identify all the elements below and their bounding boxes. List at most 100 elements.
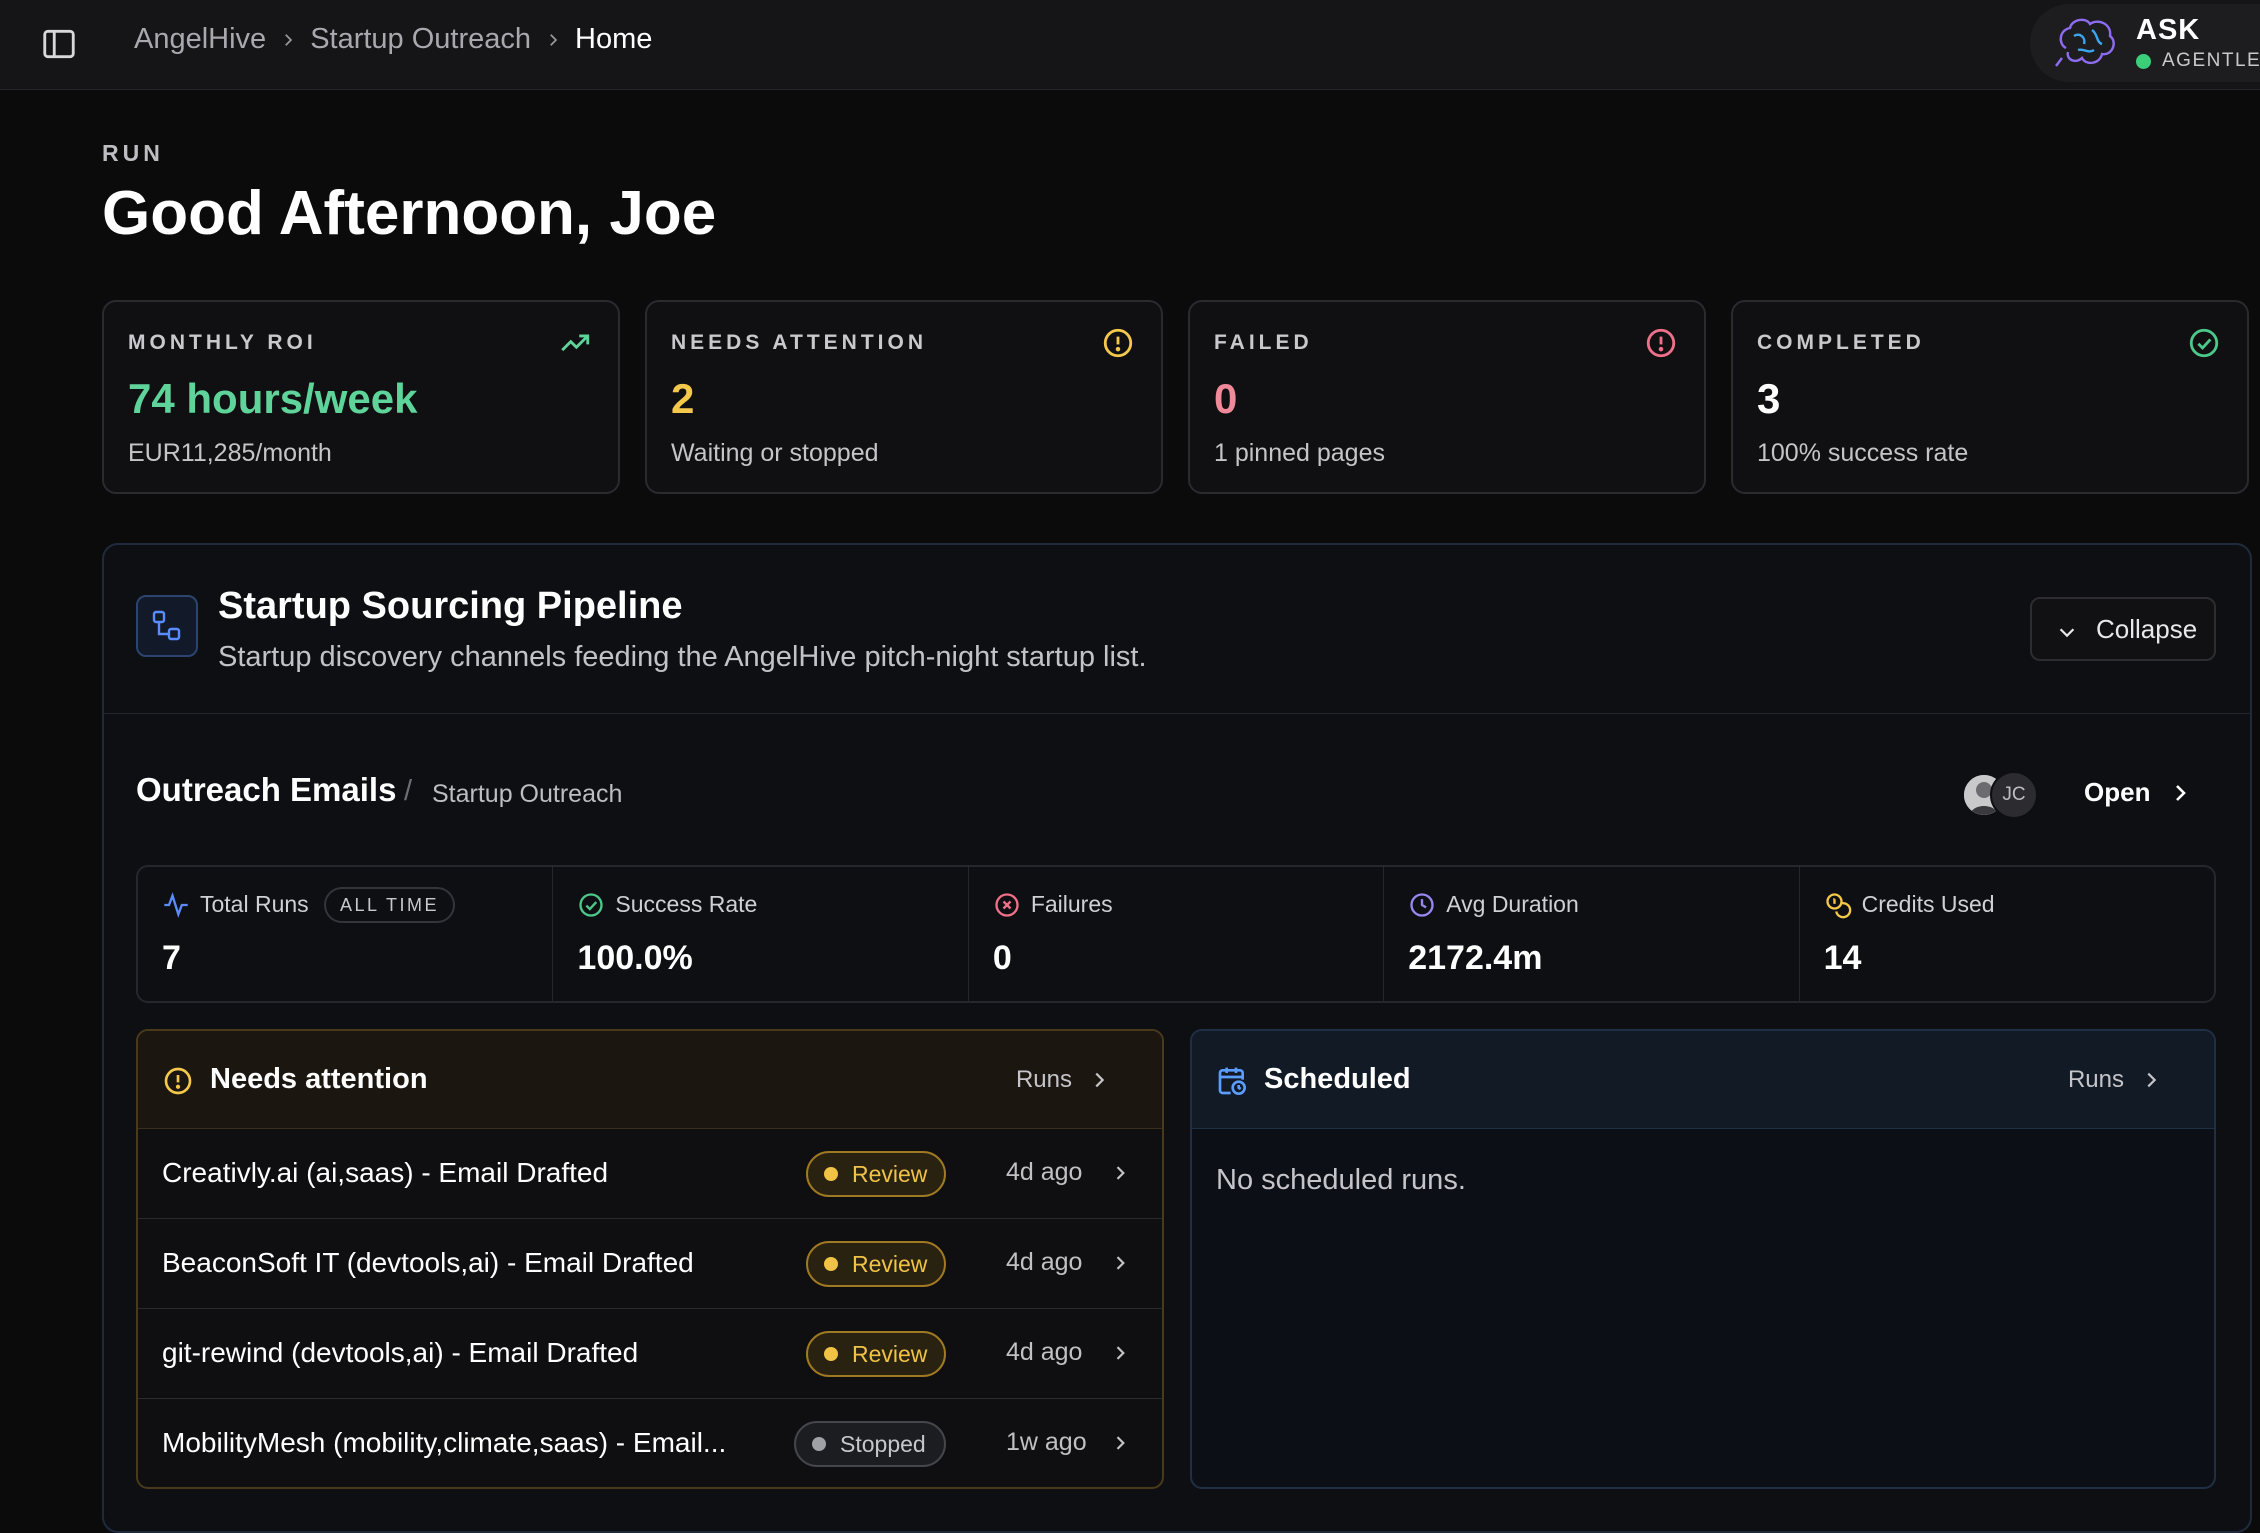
stat-card-monthly-roi: MONTHLY ROI 74 hours/week EUR11,285/mont… — [102, 300, 620, 494]
status-badge: Review — [806, 1241, 946, 1287]
status-dot — [824, 1167, 838, 1181]
alert-circle-icon — [1646, 328, 1676, 358]
sidebar-toggle-icon[interactable] — [40, 25, 78, 63]
attention-row[interactable]: BeaconSoft IT (devtools,ai) - Email Draf… — [138, 1219, 1162, 1309]
pipeline-title: Startup Sourcing Pipeline — [218, 585, 683, 627]
status-label: Stopped — [840, 1430, 926, 1457]
status-badge: Review — [806, 1331, 946, 1377]
stat-label: NEEDS ATTENTION — [671, 331, 928, 354]
stat-value: 74 hours/week — [128, 375, 418, 422]
stat-subtext: Waiting or stopped — [671, 439, 879, 467]
status-badge: Review — [806, 1151, 946, 1197]
breadcrumb-item-home: Home — [575, 23, 653, 55]
alert-circle-icon — [164, 1067, 192, 1095]
metric-label: Success Rate — [615, 891, 758, 917]
run-title: BeaconSoft IT (devtools,ai) - Email Draf… — [162, 1247, 694, 1278]
page-title: Good Afternoon, Joe — [102, 179, 717, 248]
page-eyebrow: RUN — [102, 140, 164, 166]
attention-row[interactable]: Creativly.ai (ai,saas) - Email Drafted R… — [138, 1129, 1162, 1219]
x-circle-icon — [995, 893, 1019, 917]
status-label: Review — [852, 1340, 928, 1367]
collapse-button[interactable]: Collapse — [2030, 597, 2216, 661]
runs-link[interactable]: Runs — [1016, 1066, 1072, 1094]
calendar-clock-icon — [1218, 1067, 1246, 1095]
status-online-dot — [2136, 54, 2151, 69]
stat-subtext: 1 pinned pages — [1214, 439, 1385, 467]
avatar-initials: JC — [1990, 771, 2038, 819]
stat-subtext: EUR11,285/month — [128, 439, 332, 467]
stat-card-completed: COMPLETED 3 100% success rate — [1731, 300, 2249, 494]
metric-credits-used: Credits Used 14 — [1800, 867, 2214, 1001]
stat-value: 3 — [1757, 375, 1781, 422]
attention-row[interactable]: git-rewind (devtools,ai) - Email Drafted… — [138, 1309, 1162, 1399]
chevron-down-icon — [2059, 628, 2075, 638]
stat-card-needs-attention: NEEDS ATTENTION 2 Waiting or stopped — [645, 300, 1163, 494]
attention-row[interactable]: MobilityMesh (mobility,climate,saas) - E… — [138, 1399, 1162, 1487]
brain-icon — [2055, 18, 2115, 67]
runs-link[interactable]: Runs — [2068, 1066, 2124, 1094]
run-time: 4d ago — [1006, 1338, 1083, 1366]
stat-card-failed: FAILED 0 1 pinned pages — [1188, 300, 1706, 494]
run-title: Creativly.ai (ai,saas) - Email Drafted — [162, 1157, 609, 1188]
metric-label: Failures — [1030, 891, 1113, 917]
scheduled-header: Scheduled Runs — [1192, 1031, 2214, 1129]
chevron-right-icon[interactable] — [2168, 781, 2192, 805]
run-time: 1w ago — [1006, 1428, 1087, 1456]
metric-value: 2172.4m — [1408, 939, 1543, 977]
metric-value: 7 — [162, 939, 181, 977]
stat-subtext: 100% success rate — [1757, 439, 1969, 467]
workflow-title[interactable]: Outreach Emails — [136, 771, 396, 809]
metric-label: Avg Duration — [1446, 891, 1579, 917]
metric-avg-duration: Avg Duration 2172.4m — [1384, 867, 1800, 1001]
check-circle-icon — [579, 893, 604, 917]
metric-value: 0 — [992, 939, 1012, 977]
run-time: 4d ago — [1006, 1248, 1083, 1276]
trending-up-icon — [561, 334, 590, 352]
all-time-pill[interactable]: ALL TIME — [324, 887, 456, 923]
metric-total-runs: Total Runs ALL TIME 7 — [138, 867, 554, 1001]
status-badge: Stopped — [794, 1421, 946, 1467]
pipeline-card: Startup Sourcing Pipeline Startup discov… — [102, 543, 2252, 1533]
open-button[interactable]: Open — [2084, 777, 2150, 808]
check-circle-icon — [2189, 328, 2219, 358]
chevron-right-icon — [266, 31, 310, 49]
pipeline-header: Startup Sourcing Pipeline Startup discov… — [104, 545, 2250, 714]
metric-label: Credits Used — [1861, 891, 1995, 917]
breadcrumb: AngelHive Startup Outreach Home — [134, 23, 652, 56]
ask-agent-button[interactable]: ASK AGENTLED — [2030, 4, 2260, 82]
status-label: Review — [852, 1250, 928, 1277]
metrics-strip: Total Runs ALL TIME 7 Success Rate 100.0… — [136, 865, 2216, 1003]
panel-title: Scheduled — [1264, 1063, 1411, 1095]
metric-label: Total Runs — [200, 891, 309, 917]
ask-title: ASK — [2136, 14, 2201, 46]
stat-value: 2 — [671, 375, 695, 422]
chevron-right-icon — [1116, 1436, 1125, 1450]
stat-label: COMPLETED — [1757, 331, 1925, 354]
pipeline-description: Startup discovery channels feeding the A… — [218, 641, 1147, 673]
chevron-right-icon — [1116, 1166, 1125, 1180]
metric-failures: Failures 0 — [969, 867, 1385, 1001]
metric-success-rate: Success Rate 100.0% — [553, 867, 969, 1001]
chevron-right-icon[interactable] — [2140, 1069, 2162, 1091]
top-bar: AngelHive Startup Outreach Home ASK AGEN… — [0, 0, 2260, 90]
clock-icon — [1410, 893, 1434, 917]
status-dot — [812, 1437, 826, 1451]
run-title: git-rewind (devtools,ai) - Email Drafted — [162, 1337, 639, 1368]
metric-value: 100.0% — [577, 939, 693, 977]
needs-attention-panel: Needs attention Runs Creativly.ai (ai,sa… — [136, 1029, 1164, 1489]
status-dot — [824, 1257, 838, 1271]
breadcrumb-item-angelhive[interactable]: AngelHive — [134, 23, 266, 56]
empty-state-text: No scheduled runs. — [1216, 1164, 1466, 1196]
breadcrumb-item-startup-outreach[interactable]: Startup Outreach — [310, 23, 531, 56]
ask-status: AGENTLED — [2162, 50, 2260, 71]
needs-attention-header: Needs attention Runs — [138, 1031, 1162, 1129]
scheduled-panel: Scheduled Runs No scheduled runs. — [1190, 1029, 2216, 1489]
stat-value: 0 — [1214, 375, 1238, 422]
collapse-label: Collapse — [2096, 614, 2198, 644]
stat-label: FAILED — [1214, 331, 1313, 354]
alert-circle-icon — [1103, 328, 1133, 358]
activity-icon — [164, 892, 188, 918]
chevron-right-icon[interactable] — [1088, 1069, 1110, 1091]
panel-title: Needs attention — [210, 1063, 428, 1095]
status-dot — [824, 1347, 838, 1361]
